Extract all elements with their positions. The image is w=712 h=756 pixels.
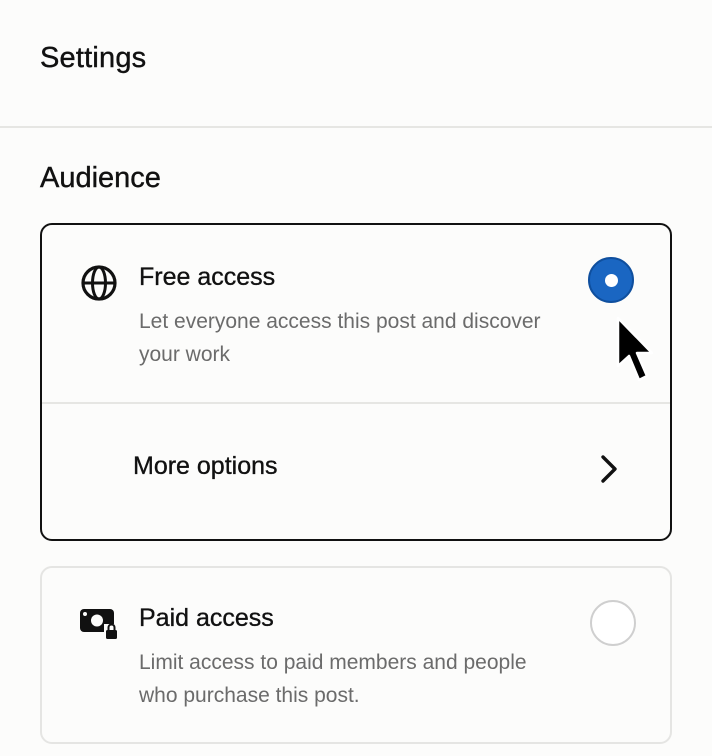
settings-header: Settings bbox=[0, 0, 712, 128]
globe-icon bbox=[81, 265, 117, 301]
audience-section-title: Audience bbox=[40, 162, 161, 194]
free-access-description: Let everyone access this post and discov… bbox=[139, 310, 541, 366]
free-access-radio[interactable] bbox=[588, 257, 634, 303]
more-options-row[interactable]: More options bbox=[42, 404, 670, 539]
paid-access-title: Paid access bbox=[139, 604, 274, 632]
paid-access-description: Limit access to paid members and people … bbox=[139, 651, 527, 707]
page-title: Settings bbox=[40, 42, 147, 74]
paid-access-card[interactable]: Paid access Limit access to paid members… bbox=[40, 566, 672, 744]
settings-page: Settings Audience Free access Let everyo… bbox=[0, 0, 712, 756]
chevron-right-icon bbox=[601, 455, 617, 483]
free-access-card[interactable]: Free access Let everyone access this pos… bbox=[40, 223, 672, 541]
free-access-title: Free access bbox=[139, 263, 276, 291]
money-lock-icon bbox=[80, 609, 119, 639]
radio-selected-dot bbox=[604, 273, 618, 287]
paid-access-radio[interactable] bbox=[590, 600, 636, 646]
more-options-label: More options bbox=[133, 452, 278, 480]
